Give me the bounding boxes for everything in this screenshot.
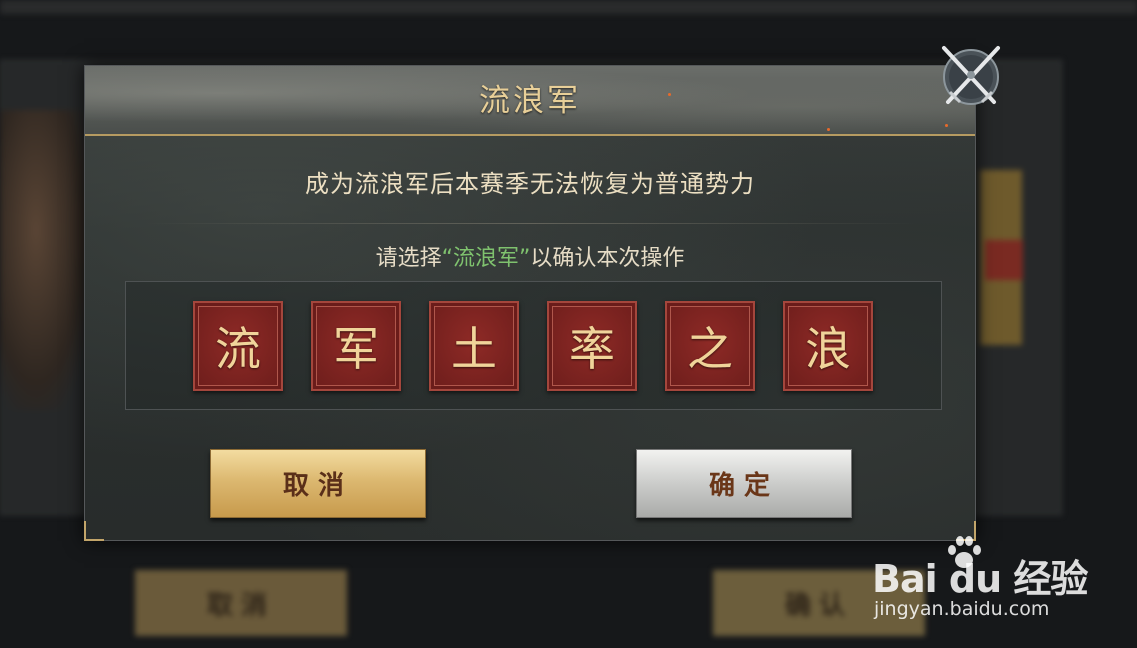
instruction-highlight: “流浪军”: [441, 246, 531, 271]
cancel-button-label: 取消: [282, 471, 353, 501]
character-tile-3[interactable]: 土: [429, 301, 519, 391]
instruction-text: 请选择“流浪军”以确认本次操作: [85, 240, 975, 272]
background-character-art: [0, 110, 90, 410]
confirm-button-label: 确定: [708, 471, 779, 501]
background-top-bar: [0, 0, 1137, 14]
character-tile-2[interactable]: 军: [311, 301, 401, 391]
cancel-button[interactable]: 取消: [210, 449, 426, 518]
background-cancel-button: 取消: [135, 570, 347, 636]
baidu-jingyan-watermark: Bai du 经验 jingyan.baidu.com: [872, 536, 1092, 630]
character-tile-6[interactable]: 浪: [783, 301, 873, 391]
instruction-prefix: 请选择: [375, 246, 442, 271]
warning-text: 成为流浪军后本赛季无法恢复为普通势力: [305, 170, 755, 198]
background-side-seal: [985, 240, 1023, 280]
divider: [145, 223, 917, 224]
character-selection-area: 流 军 土 率 之 浪: [125, 281, 942, 410]
crossed-swords-close-icon: [942, 46, 1000, 105]
character-tile-5[interactable]: 之: [665, 301, 755, 391]
character-tile-4[interactable]: 率: [547, 301, 637, 391]
close-button[interactable]: [936, 42, 1006, 112]
watermark-brand: Bai du 经验: [872, 557, 1088, 601]
character-tile-1[interactable]: 流: [193, 301, 283, 391]
confirm-button[interactable]: 确定: [636, 449, 852, 518]
dialog-corner-ornament: [84, 521, 104, 541]
wanderer-confirm-dialog: 流浪军 成为流浪军后本赛季无法恢复为普通势力 请选择“流浪军”以确认本次操作 流…: [84, 65, 976, 541]
dialog-title: 流浪军: [479, 83, 581, 119]
watermark-url: jingyan.baidu.com: [874, 598, 1050, 620]
instruction-suffix: 以确认本次操作: [530, 246, 685, 271]
